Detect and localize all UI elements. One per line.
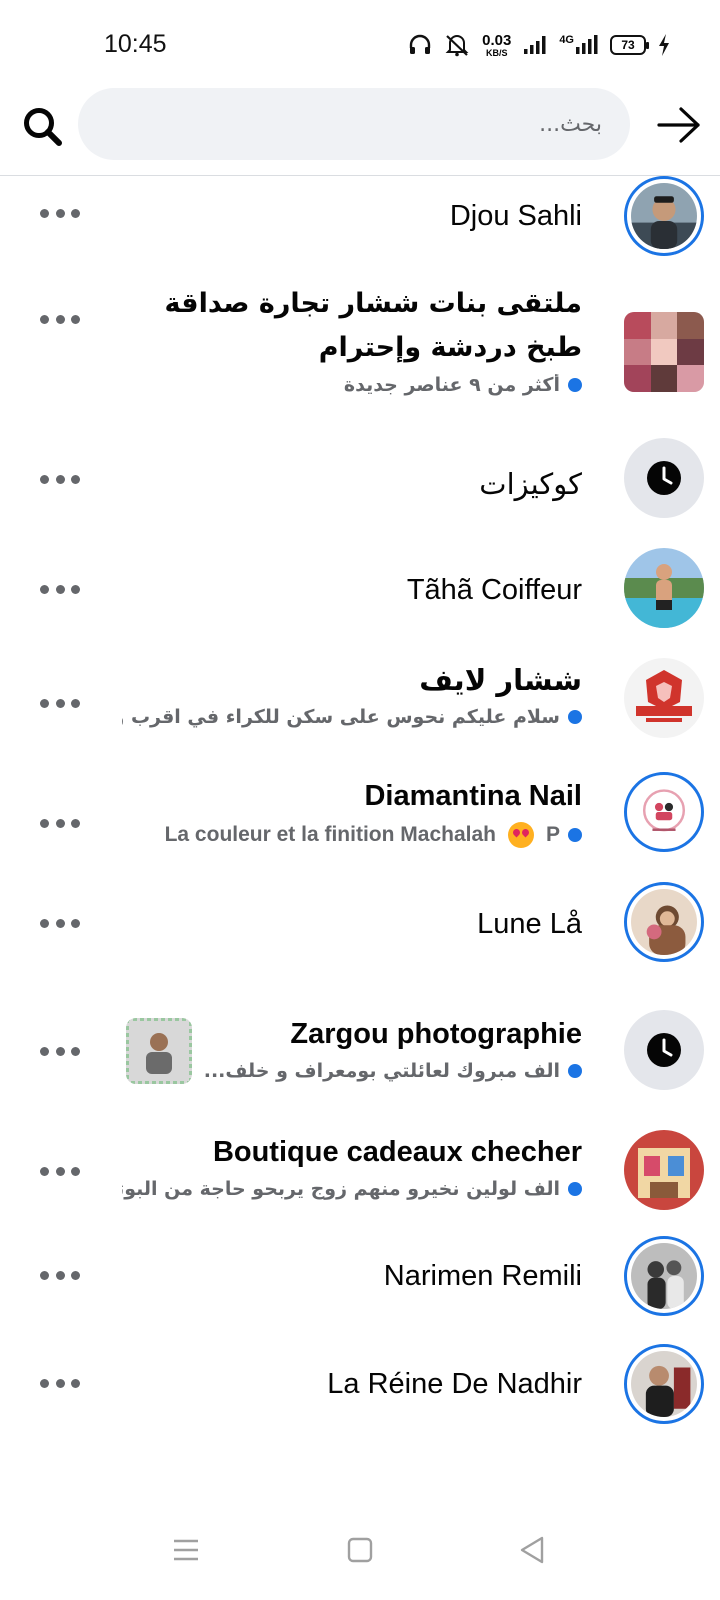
clock-icon xyxy=(647,1033,681,1067)
item-name: ملتقى بنات ششار تجارة صداقة طبخ دردشة وإ… xyxy=(164,288,582,363)
more-options-button[interactable] xyxy=(40,688,80,718)
net-speed: 0.03 KB/S xyxy=(482,31,512,58)
heart-eyes-emoji-icon xyxy=(507,822,534,848)
list-item[interactable]: Djou Sahli xyxy=(0,176,720,264)
list-item[interactable]: Boutique cadeaux checher الف لولين نخيرو… xyxy=(0,1126,720,1242)
avatar[interactable] xyxy=(624,312,704,392)
status-time: 10:45 xyxy=(104,30,167,58)
more-options-button[interactable] xyxy=(40,1260,80,1290)
item-name: ششار لايف xyxy=(419,663,582,697)
status-icons: 0.03 KB/S 4G 73 xyxy=(408,28,670,62)
back-button[interactable] xyxy=(652,98,706,152)
battery-icon: 73 xyxy=(610,35,649,55)
avatar[interactable] xyxy=(624,772,704,852)
list-item[interactable]: ملتقى بنات ششار تجارة صداقة طبخ دردشة وإ… xyxy=(0,264,720,438)
item-name: Lune Lå xyxy=(477,908,582,940)
avatar[interactable] xyxy=(624,1236,704,1316)
item-name: كوكيزات xyxy=(479,467,582,501)
clock-icon xyxy=(647,461,681,495)
more-options-button[interactable] xyxy=(40,464,80,494)
status-bar: 10:45 0.03 KB/S 4G 73 xyxy=(0,0,720,88)
item-subtitle: سلام عليكم نحوس على سكن للكراء في اقرب و… xyxy=(122,706,582,728)
more-options-button[interactable] xyxy=(40,908,80,938)
system-nav-bar xyxy=(0,1500,720,1600)
more-options-button[interactable] xyxy=(40,304,80,334)
search-box xyxy=(78,88,630,160)
unread-dot xyxy=(568,378,582,392)
more-options-button[interactable] xyxy=(40,574,80,604)
back-nav-button[interactable] xyxy=(512,1530,552,1570)
search-icon xyxy=(24,108,62,146)
item-name: Narimen Remili xyxy=(383,1260,582,1292)
unread-dot xyxy=(568,710,582,724)
unread-dot xyxy=(568,1064,582,1078)
charging-icon xyxy=(659,34,669,56)
item-name: Boutique cadeaux checher xyxy=(212,1136,582,1168)
list-item[interactable]: La Réine De Nadhir xyxy=(0,1344,720,1462)
item-name: La Réine De Nadhir xyxy=(327,1368,582,1400)
list-item[interactable]: Zargou photographie الف مبروك لعائلتي بو… xyxy=(0,1008,720,1126)
item-subtitle: أكثر من ٩ عناصر جديدة xyxy=(122,374,582,396)
menu-icon xyxy=(174,1539,198,1561)
avatar[interactable] xyxy=(624,1010,704,1090)
unread-dot xyxy=(568,1182,582,1196)
more-options-button[interactable] xyxy=(40,198,80,228)
signal-4g-icon: 4G xyxy=(559,35,598,55)
list-item[interactable]: Narimen Remili xyxy=(0,1236,720,1352)
list-item[interactable]: كوكيزات xyxy=(0,438,720,548)
more-options-button[interactable] xyxy=(40,1036,80,1066)
results-list: Djou Sahli ملتقى بنات ششار تجارة صداقة ط… xyxy=(0,176,720,1462)
avatar[interactable] xyxy=(624,658,704,738)
list-item[interactable]: Diamantina Nail P La couleur et la finit… xyxy=(0,772,720,892)
item-subtitle: الف مبروك لعائلتي بومعراف و خلف... xyxy=(122,1060,582,1082)
item-subtitle: P La couleur et la finition Machalah xyxy=(122,822,582,848)
avatar[interactable] xyxy=(624,882,704,962)
headphones-icon xyxy=(409,34,431,54)
avatar[interactable] xyxy=(624,1344,704,1424)
list-item[interactable]: ششار لايف سلام عليكم نحوس على سكن للكراء… xyxy=(0,658,720,776)
home-square-icon xyxy=(347,1537,373,1563)
item-name: Djou Sahli xyxy=(449,200,582,232)
search-header xyxy=(0,88,720,176)
mute-icon xyxy=(445,35,469,57)
unread-dot xyxy=(568,828,582,842)
avatar[interactable] xyxy=(624,548,704,628)
list-item[interactable]: Lune Lå xyxy=(0,882,720,1008)
item-name: Diamantina Nail xyxy=(364,780,582,812)
item-name: Tãhã Coiffeur xyxy=(406,574,582,606)
search-input[interactable] xyxy=(78,88,630,160)
home-nav-button[interactable] xyxy=(340,1530,380,1570)
arrow-right-icon xyxy=(657,107,700,143)
avatar[interactable] xyxy=(624,438,704,518)
item-name: Zargou photographie xyxy=(290,1018,582,1050)
item-subtitle: الف لولين نخيرو منهم زوج يربحو حاجة من ا… xyxy=(122,1178,582,1200)
back-triangle-icon xyxy=(520,1536,544,1564)
more-options-button[interactable] xyxy=(40,808,80,838)
menu-nav-button[interactable] xyxy=(166,1530,206,1570)
signal-icon xyxy=(524,36,546,54)
avatar[interactable] xyxy=(624,176,704,256)
avatar[interactable] xyxy=(624,1130,704,1210)
list-item[interactable]: Tãhã Coiffeur xyxy=(0,548,720,658)
more-options-button[interactable] xyxy=(40,1156,80,1186)
search-button[interactable] xyxy=(18,102,68,152)
more-options-button[interactable] xyxy=(40,1368,80,1398)
